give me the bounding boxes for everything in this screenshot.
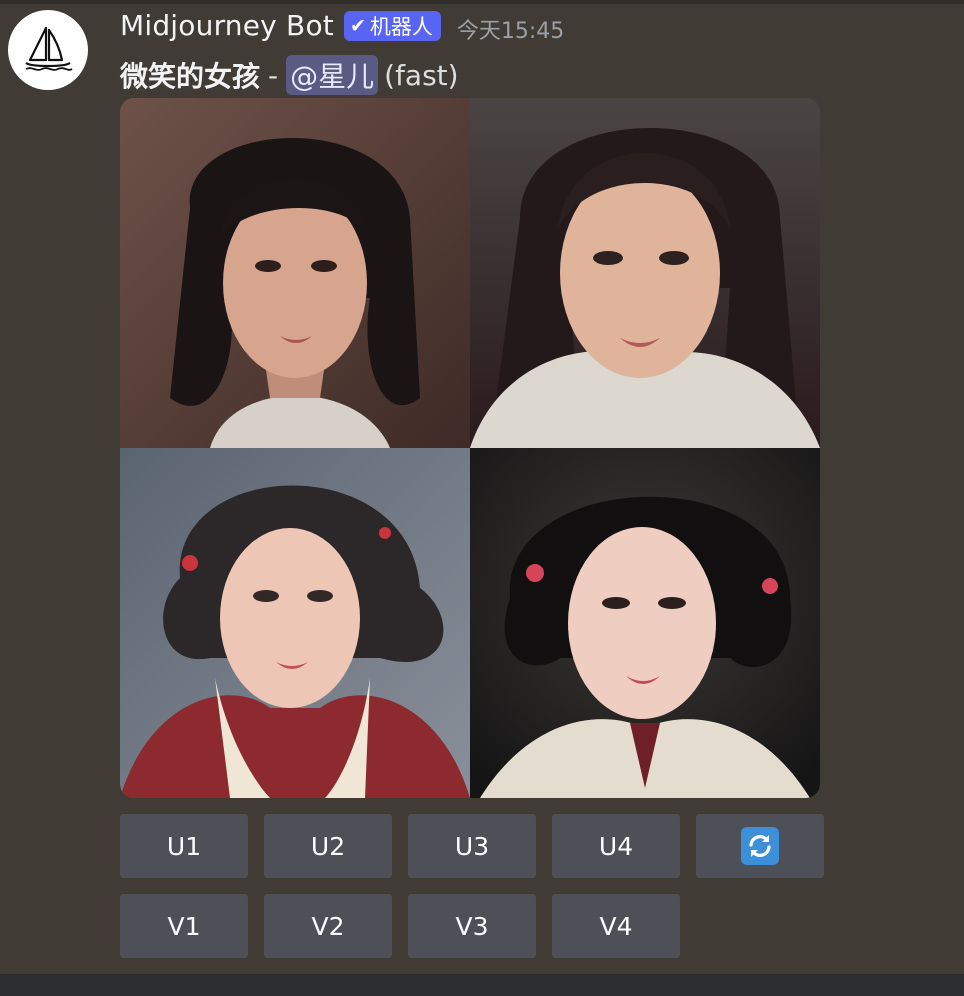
sailboat-icon [25, 26, 73, 71]
message-timestamp: 今天15:45 [456, 18, 565, 44]
check-icon: ✔ [349, 14, 366, 37]
portrait-image [120, 448, 470, 798]
badge-label: 机器人 [369, 14, 433, 39]
upscale-button-3[interactable]: U3 [408, 814, 536, 878]
bottom-bar [0, 974, 964, 996]
bot-badge: ✔ 机器人 [343, 10, 441, 41]
grid-image-4[interactable] [470, 448, 820, 798]
variation-button-4[interactable]: V4 [552, 894, 680, 958]
upscale-button-1[interactable]: U1 [120, 814, 248, 878]
upscale-button-2[interactable]: U2 [264, 814, 392, 878]
variation-button-1[interactable]: V1 [120, 894, 248, 958]
prompt-text: 微笑的女孩 [120, 60, 261, 93]
portrait-image [120, 98, 470, 448]
separator: - [268, 58, 279, 92]
grid-image-1[interactable] [120, 98, 470, 448]
variation-button-3[interactable]: V3 [408, 894, 536, 958]
user-mention[interactable]: @星儿 [286, 55, 379, 95]
refresh-icon [741, 827, 779, 865]
portrait-image [470, 98, 820, 448]
portrait-image [470, 448, 820, 798]
grid-image-2[interactable] [470, 98, 820, 448]
author-name[interactable]: Midjourney Bot [120, 9, 334, 42]
upscale-button-4[interactable]: U4 [552, 814, 680, 878]
image-grid[interactable] [120, 98, 820, 798]
speed-label: (fast) [384, 58, 459, 92]
message-content: 微笑的女孩 - @星儿 (fast) [120, 55, 459, 95]
top-divider [0, 0, 964, 4]
message-header: Midjourney Bot ✔ 机器人 今天15:45 [120, 9, 565, 44]
bot-avatar[interactable] [8, 10, 88, 90]
reroll-button[interactable] [696, 814, 824, 878]
variation-button-2[interactable]: V2 [264, 894, 392, 958]
grid-image-3[interactable] [120, 448, 470, 798]
